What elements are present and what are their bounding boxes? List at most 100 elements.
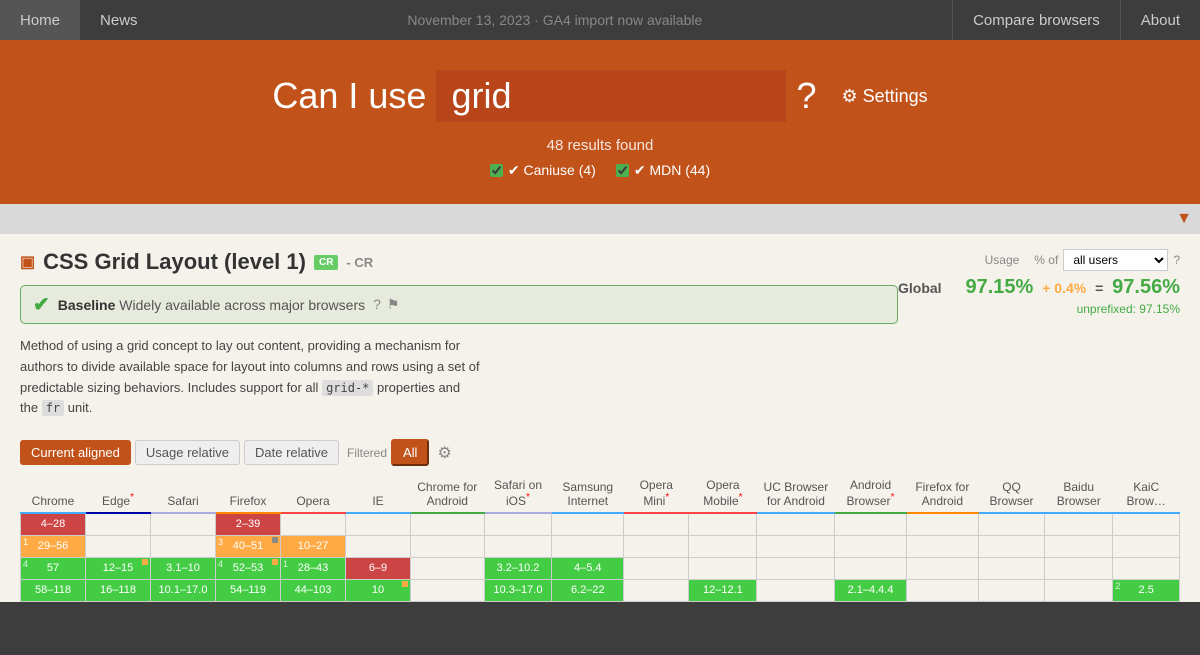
table-cell[interactable]: 452–53 <box>216 557 281 579</box>
table-cell <box>757 557 835 579</box>
nav-compare-browsers[interactable]: Compare browsers <box>952 0 1120 40</box>
filter-checkboxes: ✔ Caniuse (4) ✔ MDN (44) <box>0 162 1200 179</box>
table-cell <box>86 535 151 557</box>
search-input[interactable] <box>436 70 786 122</box>
tab-all[interactable]: All <box>391 439 429 466</box>
nav-news[interactable]: News <box>80 0 158 40</box>
table-cell <box>1045 579 1113 601</box>
table-cell[interactable]: 457 <box>21 557 86 579</box>
table-cell[interactable]: 22.5 <box>1113 579 1180 601</box>
table-cell <box>689 513 757 535</box>
th-chrome-android: Chrome for Android <box>411 474 485 513</box>
th-edge: Edge* <box>86 474 151 513</box>
th-qq: QQ Browser <box>979 474 1045 513</box>
table-cell[interactable]: 44–103 <box>281 579 346 601</box>
table-cell[interactable]: 10.1–17.0 <box>151 579 216 601</box>
filter-mdn[interactable]: ✔ MDN (44) <box>616 162 710 179</box>
table-cell <box>281 513 346 535</box>
filter-bar: ▼ <box>0 204 1200 234</box>
table-cell <box>624 557 689 579</box>
table-cell <box>1045 513 1113 535</box>
nav-home[interactable]: Home <box>0 0 80 40</box>
nav-announcement: November 13, 2023 · GA4 import now avail… <box>158 12 953 28</box>
bookmark-icon[interactable]: ▣ <box>20 252 35 272</box>
th-uc-browser: UC Browser for Android <box>757 474 835 513</box>
usage-unprefixed-row: unprefixed: 97.15% <box>898 302 1180 316</box>
table-cell[interactable]: 12–12.1 <box>689 579 757 601</box>
tab-settings-icon[interactable]: ⚙ <box>437 443 451 463</box>
th-baidu: Baidu Browser <box>1045 474 1113 513</box>
th-ie: IE <box>346 474 411 513</box>
table-cell <box>757 535 835 557</box>
usage-help-icon[interactable]: ? <box>1173 253 1180 267</box>
table-cell[interactable]: 10.3–17.0 <box>484 579 552 601</box>
usage-select[interactable]: all users tracked users <box>1063 249 1168 271</box>
nav-about[interactable]: About <box>1120 0 1200 40</box>
table-cell <box>979 579 1045 601</box>
baseline-flag-icon[interactable]: ⚑ <box>387 296 400 313</box>
tab-date-relative[interactable]: Date relative <box>244 440 339 465</box>
table-cell[interactable]: 58–118 <box>21 579 86 601</box>
th-opera-mobile: Opera Mobile* <box>689 474 757 513</box>
table-cell <box>624 579 689 601</box>
th-opera-mini: Opera Mini* <box>624 474 689 513</box>
browser-header-row: Chrome Edge* Safari Firefox Opera IE Chr… <box>21 474 1180 513</box>
settings-button[interactable]: ⚙ Settings <box>841 86 927 107</box>
table-cell <box>757 579 835 601</box>
table-cell <box>1113 557 1180 579</box>
table-cell <box>552 513 624 535</box>
baseline-help-icon[interactable]: ? <box>373 296 381 313</box>
th-safari-ios: Safari on iOS* <box>484 474 552 513</box>
table-cell <box>484 535 552 557</box>
plus-label: + 0.4% <box>1042 280 1086 296</box>
table-cell <box>411 557 485 579</box>
table-cell <box>346 535 411 557</box>
table-cell <box>906 513 978 535</box>
table-cell <box>979 513 1045 535</box>
table-cell <box>86 513 151 535</box>
tab-bar: Current aligned Usage relative Date rela… <box>20 439 1180 466</box>
filter-caniuse[interactable]: ✔ Caniuse (4) <box>490 162 596 179</box>
table-cell[interactable]: 340–51 <box>216 535 281 557</box>
table-cell[interactable]: 2.1–4.4.4 <box>835 579 906 601</box>
hero-prefix: Can I use <box>272 75 426 117</box>
table-cell <box>151 535 216 557</box>
table-cell <box>346 513 411 535</box>
global-pct: 97.15% <box>965 276 1033 298</box>
th-firefox: Firefox <box>216 474 281 513</box>
table-cell <box>1045 535 1113 557</box>
table-cell[interactable]: 3.1–10 <box>151 557 216 579</box>
usage-global-row: Global 97.15% + 0.4% = 97.56% <box>898 276 1180 299</box>
tab-current-aligned[interactable]: Current aligned <box>20 440 131 465</box>
th-samsung: Samsung Internet <box>552 474 624 513</box>
table-cell <box>624 513 689 535</box>
table-cell[interactable]: 4–5.4 <box>552 557 624 579</box>
table-cell[interactable]: 3.2–10.2 <box>484 557 552 579</box>
table-cell[interactable]: 128–43 <box>281 557 346 579</box>
usage-of-label: % of <box>1034 253 1058 267</box>
table-cell[interactable]: 10 <box>346 579 411 601</box>
table-cell[interactable]: 10–27 <box>281 535 346 557</box>
feature-title: ▣ CSS Grid Layout (level 1) CR - CR <box>20 249 898 275</box>
main-content: ▣ CSS Grid Layout (level 1) CR - CR ✔ Ba… <box>0 234 1200 602</box>
filter-icon[interactable]: ▼ <box>1176 210 1192 228</box>
table-cell[interactable]: 16–118 <box>86 579 151 601</box>
table-cell[interactable]: 129–56 <box>21 535 86 557</box>
table-cell[interactable]: 54–119 <box>216 579 281 601</box>
table-cell[interactable]: 6.2–22 <box>552 579 624 601</box>
baseline-box: ✔ Baseline Widely available across major… <box>20 285 898 324</box>
table-cell[interactable]: 2–39 <box>216 513 281 535</box>
th-firefox-android: Firefox for Android <box>906 474 978 513</box>
table-cell <box>484 513 552 535</box>
feature-header: ▣ CSS Grid Layout (level 1) CR - CR ✔ Ba… <box>20 249 1180 431</box>
table-row: 457 12–15 3.1–10 452–53 128–43 6–9 <box>21 557 1180 579</box>
table-cell <box>689 557 757 579</box>
table-cell <box>906 535 978 557</box>
table-cell[interactable]: 6–9 <box>346 557 411 579</box>
table-cell[interactable]: 4–28 <box>21 513 86 535</box>
tab-usage-relative[interactable]: Usage relative <box>135 440 240 465</box>
eq-label: = <box>1095 280 1103 296</box>
usage-label: Usage <box>985 253 1020 267</box>
table-cell[interactable]: 12–15 <box>86 557 151 579</box>
baseline-check-icon: ✔ <box>33 292 50 317</box>
